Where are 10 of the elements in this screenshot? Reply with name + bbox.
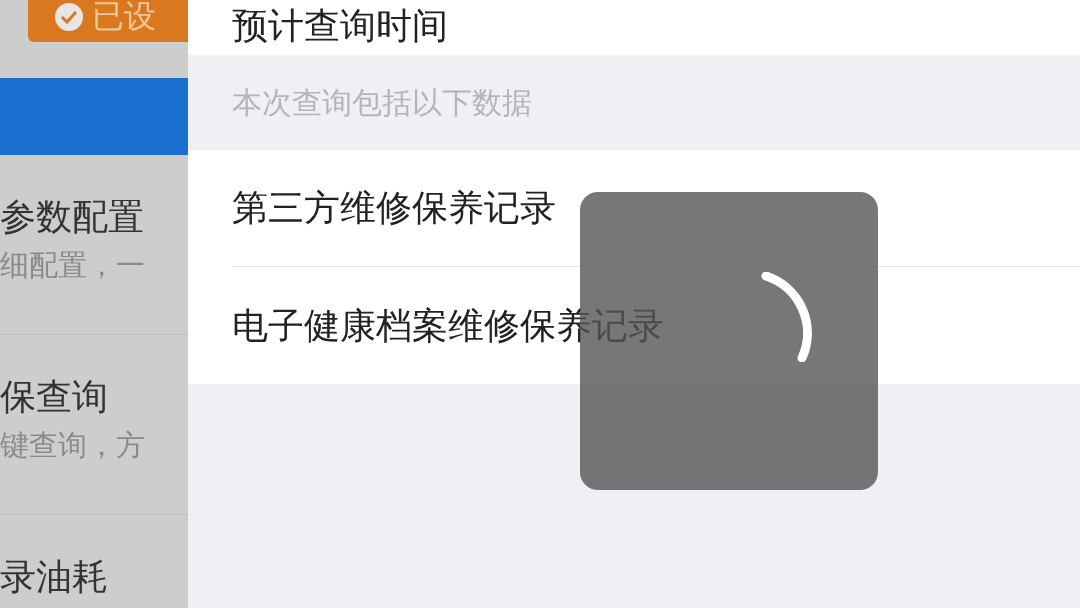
row-label: 预计查询时间 (232, 4, 448, 48)
spinner-icon (760, 272, 812, 362)
menu-item-subtitle: 细配置，一 (0, 247, 146, 283)
record-item[interactable]: 第三方维修保养记录 (232, 181, 556, 235)
menu-item-subtitle: 键查询，方 (0, 427, 146, 463)
menu-item-title[interactable]: 录油耗 (0, 555, 188, 599)
menu-item-title[interactable]: 保查询 (0, 375, 188, 419)
badge-label: 已设 (92, 0, 156, 32)
menu-item-title[interactable]: 参数配置 (0, 195, 188, 239)
section-header: 本次查询包括以下数据 (232, 84, 532, 122)
